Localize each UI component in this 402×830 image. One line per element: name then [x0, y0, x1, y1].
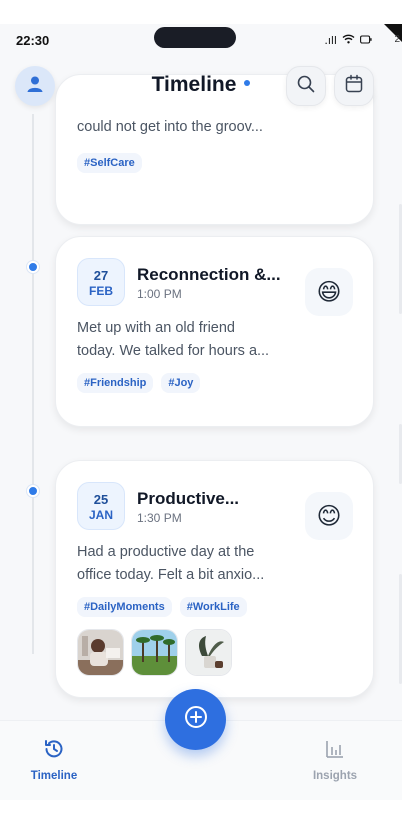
- date-day: 27: [93, 268, 109, 283]
- entry-title: Reconnection &...: [137, 265, 281, 284]
- tag-chip[interactable]: #SelfCare: [77, 153, 142, 173]
- mood-emoji-icon: 😊: [305, 492, 353, 540]
- entry-tags: #DailyMoments #WorkLife: [77, 597, 247, 617]
- entry-body-line: Had a productive day at the: [77, 544, 255, 560]
- entry-body-line: Met up with an old friend: [77, 320, 235, 336]
- entry-body-line: office today. Felt a bit anxio...: [77, 567, 265, 583]
- entry-body-line: today. We talked for hours a...: [77, 343, 270, 359]
- timeline-dot: [27, 485, 39, 497]
- tag-chip[interactable]: #WorkLife: [179, 597, 247, 617]
- entry-body: Met up with an old friend today. We talk…: [77, 317, 297, 363]
- date-badge: 27 FEB: [77, 258, 125, 306]
- date-badge: 25 JAN: [77, 482, 125, 530]
- history-icon: [42, 740, 66, 765]
- search-button[interactable]: [286, 66, 326, 106]
- entry-tags: #Friendship #Joy: [77, 373, 201, 393]
- photo-palm-beach-thumbnail[interactable]: [131, 629, 178, 676]
- calendar-icon: [344, 74, 364, 99]
- entry-card[interactable]: 25 JAN Productive... 1:30 PM 😊 Had a pro…: [55, 460, 374, 698]
- entry-card[interactable]: 27 FEB Reconnection &... 1:00 PM 😄 Met u…: [55, 236, 374, 427]
- date-month: FEB: [89, 284, 113, 298]
- mood-emoji-icon: 😄: [305, 268, 353, 316]
- battery-icon: [360, 34, 372, 47]
- entry-body: Had a productive day at the office today…: [77, 541, 297, 587]
- page-title-text: Timeline: [151, 73, 237, 96]
- plus-circle-icon: [183, 704, 209, 735]
- entry-time: 1:00 PM: [137, 287, 182, 301]
- calendar-button[interactable]: [334, 66, 374, 106]
- status-time: 22:30: [16, 33, 50, 48]
- tag-chip[interactable]: #Joy: [161, 373, 201, 393]
- app-header: Timeline: [0, 58, 402, 114]
- entry-title: Productive...: [137, 489, 240, 508]
- tag-chip[interactable]: #Friendship: [77, 373, 154, 393]
- search-icon: [296, 74, 316, 99]
- timeline-dot: [27, 261, 39, 273]
- timeline-line: [32, 114, 34, 654]
- tab-timeline[interactable]: Timeline: [14, 737, 94, 782]
- entry-body: could not get into the groov...: [77, 119, 263, 135]
- date-month: JAN: [88, 508, 113, 522]
- title-dot: [244, 80, 251, 87]
- status-bar: 22:30 .ıll: [0, 24, 402, 58]
- wifi-icon: [342, 34, 355, 47]
- tab-timeline-label: Timeline: [30, 770, 78, 782]
- add-entry-button[interactable]: [165, 689, 226, 750]
- entry-tags: #SelfCare: [77, 153, 142, 173]
- signal-icon: .ıll: [324, 34, 337, 47]
- photo-plant-mug-thumbnail[interactable]: [185, 629, 232, 676]
- dynamic-island: [154, 27, 236, 48]
- tab-insights-label: Insights: [312, 770, 358, 782]
- app-screen: could not get into the groov... #SelfCar…: [0, 24, 402, 800]
- tab-insights[interactable]: Insights: [295, 737, 375, 782]
- bar-chart-icon: [323, 741, 347, 765]
- photo-person-desk-thumbnail[interactable]: [77, 629, 124, 676]
- date-day: 25: [93, 492, 109, 507]
- entry-time: 1:30 PM: [137, 511, 182, 525]
- photo-strip: [77, 629, 232, 676]
- tag-chip[interactable]: #DailyMoments: [77, 597, 172, 617]
